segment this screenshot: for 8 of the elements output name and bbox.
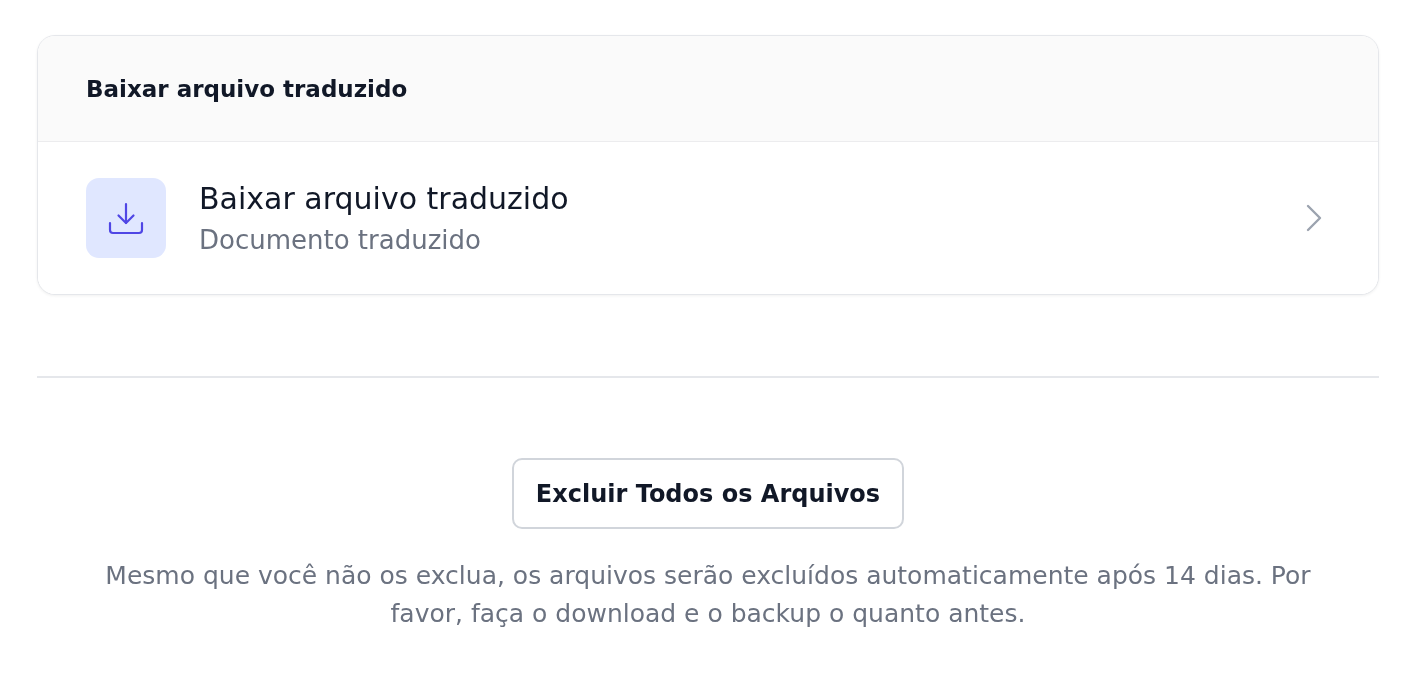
item-subtitle: Documento traduzido [199,224,482,256]
delete-all-button[interactable]: Excluir Todos os Arquivos [511,458,905,529]
download-item[interactable]: Baixar arquivo traduzido Documento traduzido [38,142,1378,294]
chevron-right-icon [1306,204,1322,232]
section-title: Baixar arquivo traduzido [86,75,408,102]
item-title: Baixar arquivo traduzido [199,180,570,218]
download-icon [86,178,166,258]
retention-notice: Mesmo que você não os exclua, os arquivos serão excluídos automaticamente após 14 dias. Por favor, faça o download e o backup o quanto antes. [104,560,1312,630]
